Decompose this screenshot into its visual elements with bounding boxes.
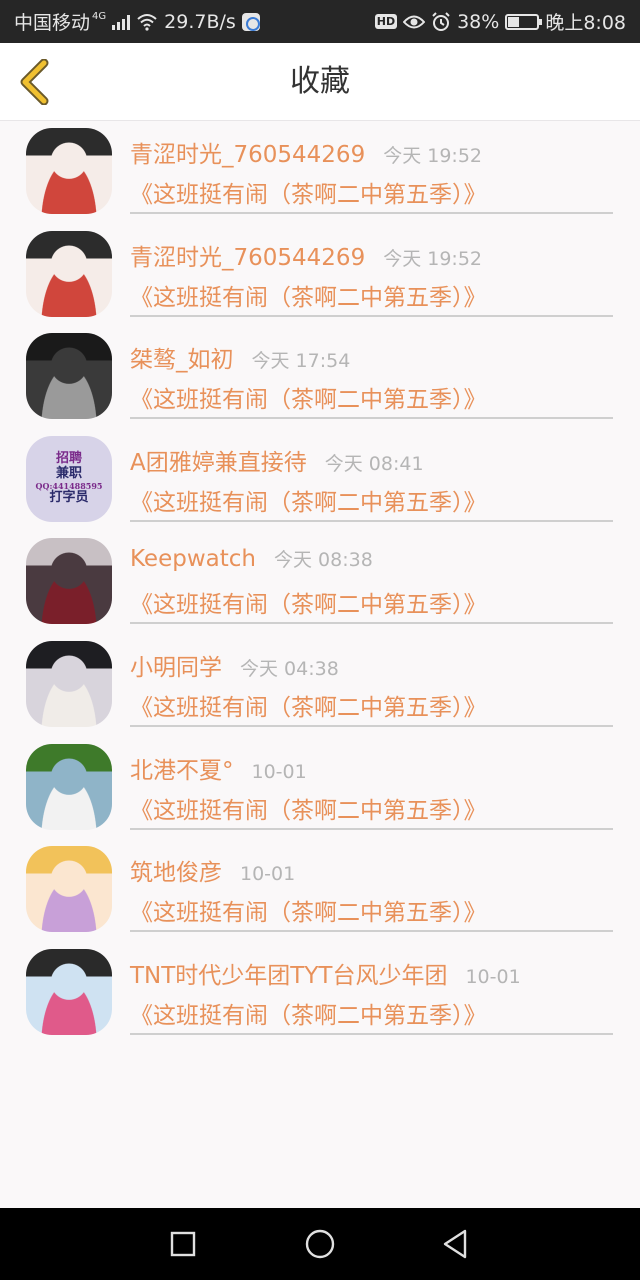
alarm-icon [432, 11, 450, 31]
timestamp: 今天 08:38 [273, 549, 373, 572]
timestamp: 10-01 [465, 965, 521, 988]
favorite-info: TNT时代少年团TYT台风少年团 10-01 《这班挺有闹（茶啊二中第五季）》 [130, 942, 613, 1035]
network-type-label: 4G [92, 11, 107, 22]
home-button[interactable] [302, 1226, 338, 1262]
avatar[interactable] [26, 640, 112, 727]
user-name[interactable]: 青涩时光_760544269 [130, 238, 365, 272]
avatar[interactable] [26, 846, 112, 933]
user-name[interactable]: 小明同学 [130, 648, 222, 682]
app-notification-icon [241, 12, 260, 31]
work-title-link[interactable]: 《这班挺有闹（茶啊二中第五季）》 [130, 585, 487, 619]
favorite-info: 青涩时光_760544269 今天 19:52 《这班挺有闹（茶啊二中第五季）》 [130, 121, 613, 214]
timestamp: 10-01 [240, 863, 296, 886]
carrier-label: 中国移动 [14, 12, 91, 34]
favorite-list-item[interactable]: Keepwatch 今天 08:38 《这班挺有闹（茶啊二中第五季）》 [0, 531, 640, 634]
work-title-link[interactable]: 《这班挺有闹（茶啊二中第五季）》 [130, 791, 487, 825]
avatar[interactable] [26, 538, 112, 625]
favorite-info: 小明同学 今天 04:38 《这班挺有闹（茶啊二中第五季）》 [130, 634, 613, 727]
favorite-header-line: A团雅婷兼直接待 今天 08:41 [130, 443, 424, 477]
user-name[interactable]: A团雅婷兼直接待 [130, 443, 307, 477]
triangle-back-icon [443, 1229, 467, 1259]
favorite-info: 青涩时光_760544269 今天 19:52 《这班挺有闹（茶啊二中第五季）》 [130, 224, 613, 317]
user-name[interactable]: 北港不夏° [130, 751, 234, 785]
favorite-header-line: TNT时代少年团TYT台风少年团 10-01 [130, 956, 521, 990]
avatar[interactable] [26, 128, 112, 214]
signal-icon [112, 14, 131, 30]
work-title-link[interactable]: 《这班挺有闹（茶啊二中第五季）》 [130, 688, 487, 722]
avatar-text: 兼职 [55, 465, 82, 481]
favorite-header-line: Keepwatch 今天 08:38 [130, 545, 373, 572]
status-bar: 中国移动 4G 29.7B/s HD 38% 晚上8:08 [0, 0, 640, 43]
circle-icon [305, 1229, 335, 1259]
favorite-info: A团雅婷兼直接待 今天 08:41 《这班挺有闹（茶啊二中第五季）》 [130, 429, 613, 522]
timestamp: 今天 04:38 [240, 657, 339, 680]
user-name[interactable]: 桀骜_如初 [130, 340, 234, 374]
work-title-link[interactable]: 《这班挺有闹（茶啊二中第五季）》 [130, 380, 487, 414]
favorite-header-line: 青涩时光_760544269 今天 19:52 [130, 238, 482, 272]
user-name[interactable]: 筑地俊彦 [130, 853, 222, 887]
favorite-list-item[interactable]: 小明同学 今天 04:38 《这班挺有闹（茶啊二中第五季）》 [0, 634, 640, 737]
favorite-list-item[interactable]: 招聘 兼职 QQ:441488595 打字员 A团雅婷兼直接待 今天 08:41 《这班挺有… [0, 429, 640, 532]
favorite-header-line: 桀骜_如初 今天 17:54 [130, 340, 350, 374]
favorite-list-item[interactable]: TNT时代少年团TYT台风少年团 10-01 《这班挺有闹（茶啊二中第五季）》 [0, 942, 640, 1045]
nav-back-button[interactable] [437, 1226, 473, 1262]
favorite-info: 筑地俊彦 10-01 《这班挺有闹（茶啊二中第五季）》 [130, 839, 613, 933]
avatar[interactable] [26, 230, 112, 317]
avatar-text: 打字员 [49, 489, 89, 505]
timestamp: 今天 08:41 [324, 452, 424, 475]
favorite-info: Keepwatch 今天 08:38 《这班挺有闹（茶啊二中第五季）》 [130, 531, 613, 625]
favorite-list-item[interactable]: 筑地俊彦 10-01 《这班挺有闹（茶啊二中第五季）》 [0, 839, 640, 942]
recent-apps-button[interactable] [165, 1226, 201, 1262]
favorite-info: 桀骜_如初 今天 17:54 《这班挺有闹（茶啊二中第五季）》 [130, 326, 613, 420]
favorite-list-item[interactable]: 北港不夏° 10-01 《这班挺有闹（茶啊二中第五季）》 [0, 737, 640, 840]
user-name[interactable]: TNT时代少年团TYT台风少年团 [130, 956, 447, 990]
work-title-link[interactable]: 《这班挺有闹（茶啊二中第五季）》 [130, 483, 487, 517]
favorite-header-line: 青涩时光_760544269 今天 19:52 [130, 135, 482, 169]
status-right: HD 38% 晚上8:08 [374, 8, 626, 35]
avatar-text: 招聘 [55, 450, 82, 466]
avatar[interactable] [26, 743, 112, 830]
timestamp: 10-01 [251, 760, 307, 783]
status-left: 中国移动 4G 29.7B/s [14, 8, 260, 35]
favorite-header-line: 北港不夏° 10-01 [130, 751, 307, 785]
timestamp: 今天 17:54 [251, 350, 351, 373]
hd-badge: HD [374, 14, 398, 29]
work-title-link[interactable]: 《这班挺有闹（茶啊二中第五季）》 [130, 278, 487, 312]
avatar[interactable] [26, 948, 112, 1035]
square-icon [170, 1231, 196, 1257]
clock-label: 晚上8:08 [545, 12, 626, 34]
favorite-list-item[interactable]: 青涩时光_760544269 今天 19:52 《这班挺有闹（茶啊二中第五季）》 [0, 224, 640, 327]
favorites-list: 青涩时光_760544269 今天 19:52 《这班挺有闹（茶啊二中第五季）》 青涩… [0, 121, 640, 1044]
avatar[interactable]: 招聘 兼职 QQ:441488595 打字员 [26, 435, 112, 522]
eye-icon [403, 15, 426, 28]
navigation-bar [0, 1208, 640, 1280]
wifi-icon [137, 13, 157, 31]
work-title-link[interactable]: 《这班挺有闹（茶啊二中第五季）》 [130, 996, 487, 1030]
favorite-list-item[interactable]: 青涩时光_760544269 今天 19:52 《这班挺有闹（茶啊二中第五季）》 [0, 121, 640, 224]
timestamp: 今天 19:52 [383, 247, 482, 270]
page-title: 收藏 [290, 64, 350, 99]
avatar[interactable] [26, 333, 112, 420]
favorite-header-line: 筑地俊彦 10-01 [130, 853, 295, 887]
battery-icon [505, 13, 543, 30]
favorite-info: 北港不夏° 10-01 《这班挺有闹（茶啊二中第五季）》 [130, 737, 613, 830]
favorite-header-line: 小明同学 今天 04:38 [130, 648, 339, 682]
header: 收藏 [0, 43, 640, 121]
work-title-link[interactable]: 《这班挺有闹（茶啊二中第五季）》 [130, 893, 487, 927]
network-speed-label: 29.7B/s [164, 10, 236, 33]
work-title-link[interactable]: 《这班挺有闹（茶啊二中第五季）》 [130, 175, 487, 209]
favorite-list-item[interactable]: 桀骜_如初 今天 17:54 《这班挺有闹（茶啊二中第五季）》 [0, 326, 640, 429]
user-name[interactable]: 青涩时光_760544269 [130, 135, 365, 169]
battery-percent: 38% [457, 10, 500, 33]
user-name[interactable]: Keepwatch [130, 546, 256, 572]
timestamp: 今天 19:52 [383, 145, 482, 167]
